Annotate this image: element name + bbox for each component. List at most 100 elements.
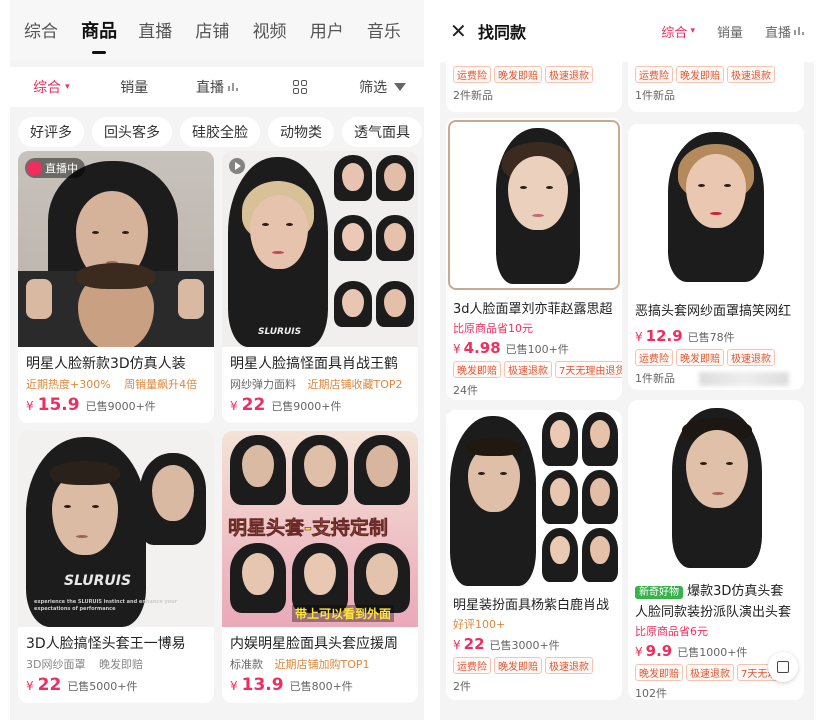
sort-live-label: 直播 (764, 25, 791, 41)
promo-caption-text: 带上可以看到外面 (292, 605, 395, 622)
brand-slogan-text: experience the SLURUIS instinct and enha… (34, 599, 178, 612)
product-title[interactable]: 内娱明星脸面具头套应援周 (222, 627, 418, 653)
product-card[interactable]: 运费险 晚发即赔 极速退款 2件新品 (446, 62, 622, 112)
currency-symbol: ¥ (635, 645, 643, 659)
product-title-line2[interactable]: 人脸同款装扮派队演出头套 (628, 599, 804, 620)
product-card[interactable]: 3d人脸面罩刘亦菲赵露思超 比原商品省10元 ¥ 4.98 已售100+件 晚发… (446, 118, 622, 400)
caret-down-icon: ▾ (65, 82, 70, 92)
sort-live[interactable]: 直播 (176, 77, 259, 97)
product-image[interactable] (628, 400, 804, 572)
product-highlight: 晚发即赔 (98, 658, 143, 671)
sort-live[interactable]: 直播 (765, 22, 804, 41)
product-title[interactable]: 恶搞头套网纱面罩搞笑网红 (628, 294, 804, 319)
page-title: 找同款 (478, 23, 527, 42)
live-bars-icon (227, 83, 238, 91)
new-items-label: 1件新品 (635, 372, 675, 385)
sold-count: 已售78件 (687, 331, 735, 344)
sold-count: 已售1000+件 (677, 646, 748, 659)
sort-comprehensive-label: 综合 (33, 80, 62, 96)
filter-button[interactable]: 筛选 (341, 77, 424, 97)
product-card[interactable]: 明星头套-支持定制 带上可以看到外面 内娱明星脸面具头套应援周 标准款 近期店铺… (222, 431, 418, 703)
tab-users[interactable]: 用户 (310, 0, 367, 60)
live-badge: 直播中 (25, 158, 85, 178)
filter-label: 筛选 (359, 80, 388, 96)
product-image[interactable]: SLURUIS experience the SLURUIS instinct … (18, 431, 214, 627)
brand-logo-text: SLURUIS (258, 327, 302, 337)
edit-icon (777, 661, 789, 673)
search-category-tabs: 综合 商品 直播 店铺 视频 用户 音乐 (10, 0, 424, 60)
chip-breathable-mask[interactable]: 透气面具 (342, 117, 422, 147)
product-image[interactable] (446, 410, 622, 588)
sort-comprehensive[interactable]: 综合 ▾ (10, 77, 93, 97)
product-card[interactable]: 运费险 晚发即赔 极速退款 1件新品 (628, 62, 804, 112)
sort-sales-label: 销量 (716, 25, 743, 41)
product-card[interactable]: SLURUIS 明星人脸搞怪面具肖战王鹤 网纱弹力面料 近期店铺收藏TOP2 ¥… (222, 151, 418, 423)
review-highlight: 好评100+ (453, 618, 506, 631)
product-price-row: ¥ 22 已售5000+件 (18, 672, 214, 703)
product-card[interactable]: 直播中 明星人脸新款3D仿真人装 近期热度+300% 周销量飙升4倍 ¥ 15.… (18, 151, 214, 423)
currency-symbol: ¥ (26, 399, 34, 413)
product-highlight: 近期店铺加购TOP1 (274, 658, 370, 671)
price-comparison-text: 比原商品省10元 (453, 322, 533, 335)
product-title[interactable]: 明星人脸新款3D仿真人装 (18, 347, 214, 373)
product-image[interactable] (628, 124, 804, 294)
sold-count: 已售9000+件 (85, 400, 156, 413)
product-highlight: 周销量飙升4倍 (124, 378, 198, 391)
product-highlight: 标准款 (230, 658, 263, 671)
product-title[interactable]: 明星装扮面具杨紫白鹿肖战 (446, 588, 622, 613)
sort-sales[interactable]: 销量 (93, 77, 176, 97)
tab-videos[interactable]: 视频 (253, 0, 310, 60)
product-image[interactable]: 直播中 (18, 151, 214, 347)
sold-count: 已售5000+件 (67, 680, 138, 693)
tab-shops[interactable]: 店铺 (195, 0, 252, 60)
tab-live[interactable]: 直播 (138, 0, 195, 60)
new-items-count: 2件新品 (453, 89, 493, 102)
new-items-count: 2件 (453, 680, 471, 693)
product-image[interactable] (448, 120, 620, 290)
new-product-badge: 新奇好物 (635, 586, 683, 599)
product-price: 22 (463, 635, 485, 653)
chip-silicone-full-face[interactable]: 硅胶全脸 (180, 117, 260, 147)
sold-count: 已售800+件 (289, 680, 353, 693)
close-icon[interactable]: ✕ (450, 19, 472, 43)
chip-good-reviews[interactable]: 好评多 (18, 117, 84, 147)
product-highlights: 近期热度+300% 周销量飙升4倍 (18, 373, 214, 392)
service-tag: 运费险 (635, 66, 673, 83)
price-comparison-text: 比原商品省6元 (635, 625, 708, 638)
new-items-count: 102件 (635, 687, 667, 700)
product-title[interactable]: 3D人脸搞怪头套王一博易 (18, 627, 214, 653)
tab-music[interactable]: 音乐 (367, 0, 424, 60)
layout-toggle[interactable] (258, 80, 341, 94)
new-items-count: 1件新品 (635, 89, 675, 102)
service-tags: 运费险 晚发即赔 极速退款 (628, 62, 804, 83)
promo-headline-text: 明星头套-支持定制 (228, 517, 388, 540)
service-tag: 7天无理由退货 (555, 361, 622, 378)
chip-animal[interactable]: 动物类 (268, 117, 334, 147)
product-title[interactable]: 3d人脸面罩刘亦菲赵露思超 (446, 292, 622, 317)
chip-repeat-buyers[interactable]: 回头客多 (92, 117, 172, 147)
product-highlights: 标准款 近期店铺加购TOP1 (222, 653, 418, 672)
product-title[interactable]: 新奇好物 爆款3D仿真头套 (628, 572, 804, 599)
product-price: 4.98 (463, 339, 501, 357)
product-card[interactable]: 恶搞头套网纱面罩搞笑网红 ¥ 12.9 已售78件 运费险 晚发即赔 极速退款 … (628, 124, 804, 390)
sort-sales[interactable]: 销量 (717, 22, 743, 41)
product-card[interactable]: 明星装扮面具杨紫白鹿肖战 好评100+ ¥ 22 已售3000+件 运费险 晚发… (446, 410, 622, 700)
new-items-count: 24件 (453, 384, 478, 397)
tab-products[interactable]: 商品 (81, 0, 138, 60)
sort-comprehensive-label: 综合 (661, 25, 688, 41)
sort-comprehensive[interactable]: 综合 ▾ (661, 22, 695, 41)
product-image[interactable]: SLURUIS (222, 151, 418, 347)
currency-symbol: ¥ (26, 679, 34, 693)
sold-count: 已售3000+件 (489, 639, 560, 652)
blurred-region (698, 372, 789, 386)
service-tag: 极速退款 (727, 349, 775, 366)
product-title[interactable]: 明星人脸搞怪面具肖战王鹤 (222, 347, 418, 373)
sold-count: 已售9000+件 (271, 400, 342, 413)
product-highlight: 网纱弹力面料 (230, 378, 296, 391)
compare-float-button[interactable] (768, 652, 798, 682)
tab-all[interactable]: 综合 (24, 0, 81, 60)
product-price-row: ¥ 12.9 已售78件 (628, 319, 804, 345)
find-similar-header: ✕ 找同款 综合 ▾ 销量 直播 (440, 0, 814, 62)
product-card[interactable]: SLURUIS experience the SLURUIS instinct … (18, 431, 214, 703)
product-image[interactable]: 明星头套-支持定制 带上可以看到外面 (222, 431, 418, 627)
